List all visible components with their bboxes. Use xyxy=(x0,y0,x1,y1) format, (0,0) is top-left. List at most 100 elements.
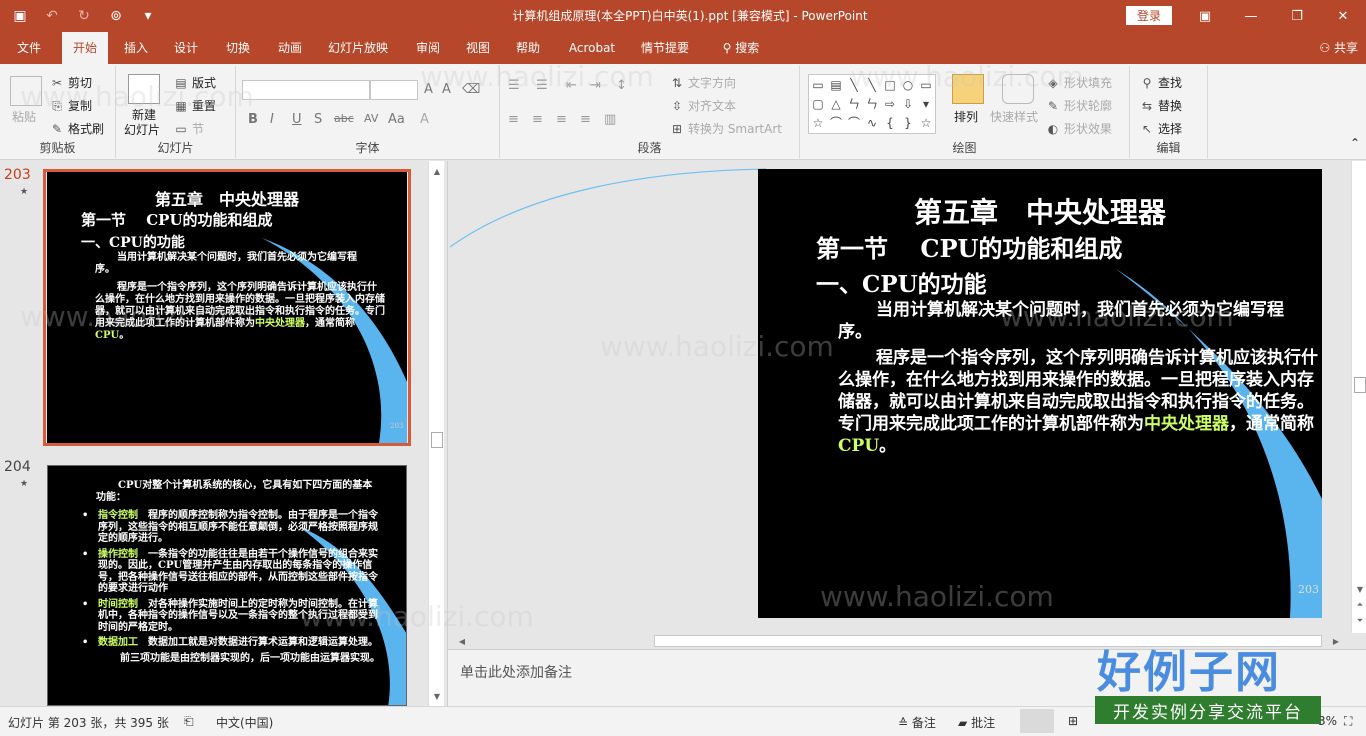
tab-slideshow[interactable]: 幻灯片放映 xyxy=(322,32,394,64)
underline-button[interactable]: U xyxy=(292,112,302,127)
next-slide-icon[interactable]: ⏷ xyxy=(1352,613,1366,629)
shape-effects-button[interactable]: ◐ 形状效果 xyxy=(1046,120,1112,137)
tab-animations[interactable]: 动画 xyxy=(268,32,312,64)
tab-design[interactable]: 设计 xyxy=(164,32,208,64)
spell-check-icon[interactable]: ⎗ xyxy=(184,714,194,729)
thumbnail-scrollbar[interactable]: ▲ ▼ xyxy=(428,161,444,706)
thumbnail-slide-203[interactable]: 第五章 中央处理器 第一节 CPU的功能和组成 一、CPU的功能 当用计算机解决… xyxy=(47,172,407,443)
section-button[interactable]: ▭ 节 xyxy=(174,120,204,137)
bullets-icon[interactable]: ☰ xyxy=(508,78,520,93)
thumbnail-slide-204[interactable]: CPU对整个计算机系统的核心，它具有如下四方面的基本功能： • 指令控制 程序的顺… xyxy=(47,465,407,706)
columns-icon[interactable]: ▥ xyxy=(604,112,616,127)
italic-button[interactable]: I xyxy=(270,112,274,127)
notes-toggle[interactable]: ≙ 备注 xyxy=(898,714,936,731)
quick-access-toolbar: ▣ ↶ ↻ ⊚ ▾ xyxy=(6,0,162,32)
new-slide-dropdown[interactable]: 幻灯片 xyxy=(124,121,160,138)
font-color-icon[interactable]: A xyxy=(420,112,429,127)
shadow-button[interactable]: S xyxy=(314,112,322,127)
redo-icon[interactable]: ↻ xyxy=(70,2,98,30)
scroll-up-icon[interactable]: ▲ xyxy=(429,163,445,179)
normal-view-button[interactable] xyxy=(1020,709,1054,733)
align-center-icon[interactable]: ≡ xyxy=(532,112,543,127)
customize-qat-icon[interactable]: ▾ xyxy=(134,2,162,30)
restore-icon[interactable]: ❐ xyxy=(1274,0,1320,32)
replace-button[interactable]: ⇆ 替换 xyxy=(1140,97,1182,114)
brush-icon: ✎ xyxy=(51,121,63,136)
share-button[interactable]: ⚇ 共享 xyxy=(1319,32,1358,64)
increase-font-icon[interactable]: A xyxy=(424,82,433,97)
tab-acrobat[interactable]: Acrobat xyxy=(562,32,622,64)
tab-view[interactable]: 视图 xyxy=(456,32,500,64)
shape-fill-button[interactable]: ◈ 形状填充 xyxy=(1046,74,1112,91)
scrollbar-thumb[interactable] xyxy=(431,432,443,448)
scroll-right-icon[interactable]: ▶ xyxy=(1328,633,1344,649)
collapse-ribbon-icon[interactable]: ⌃ xyxy=(1350,136,1360,150)
decrease-font-icon[interactable]: A xyxy=(442,82,451,97)
language-indicator[interactable]: 中文(中国) xyxy=(216,714,273,731)
scroll-down-icon[interactable]: ▼ xyxy=(429,688,445,704)
tab-review[interactable]: 审阅 xyxy=(406,32,450,64)
line-spacing-icon[interactable]: ↕ xyxy=(616,78,627,93)
tab-transitions[interactable]: 切换 xyxy=(216,32,260,64)
clipboard-group-label: 剪贴板 xyxy=(39,141,76,155)
increase-indent-icon[interactable]: ⇥ xyxy=(590,78,601,93)
undo-icon[interactable]: ↶ xyxy=(38,2,66,30)
close-icon[interactable]: ✕ xyxy=(1320,0,1366,32)
strikethrough-button[interactable]: abc xyxy=(334,112,354,125)
character-spacing-button[interactable]: AV xyxy=(364,112,378,125)
find-button[interactable]: ⚲ 查找 xyxy=(1140,74,1182,91)
numbering-icon[interactable]: ☰ xyxy=(536,78,548,93)
login-button[interactable]: 登录 xyxy=(1126,6,1172,25)
copy-button[interactable]: ⎘ 复制 xyxy=(50,97,92,114)
scroll-left-icon[interactable]: ◀ xyxy=(454,633,470,649)
tab-help[interactable]: 帮助 xyxy=(506,32,550,64)
layout-button[interactable]: ▤ 版式 xyxy=(174,74,216,91)
slide-sorter-icon[interactable]: ⊞ xyxy=(1068,714,1078,728)
align-right-icon[interactable]: ≡ xyxy=(556,112,567,127)
previous-slide-icon[interactable]: ⏶ xyxy=(1352,597,1366,613)
shapes-gallery[interactable]: ▭ ▤ ╲ ╲ □ ○ ▭ ▢ △ ㄣㄣ ⇨ ⇩ ▾ ☆ ⌒ ⌒ ∿{} ☆ xyxy=(808,74,936,134)
select-button[interactable]: ↖ 选择 xyxy=(1140,120,1182,137)
tab-file[interactable]: 文件 xyxy=(6,32,52,64)
align-text-button[interactable]: ⇳ 对齐文本 xyxy=(670,97,736,114)
slide-editor: 第五章 中央处理器 第一节 CPU的功能和组成 一、CPU的功能 当用计算机解决… xyxy=(447,161,1366,706)
smartart-button[interactable]: ⊞ 转换为 SmartArt xyxy=(670,120,782,137)
shape-outline-button[interactable]: ✎ 形状轮廓 xyxy=(1046,97,1112,114)
minimize-icon[interactable]: — xyxy=(1228,0,1274,32)
ribbon: 粘贴 ✂ 剪切 ⎘ 复制 ✎ 格式刷 剪贴板 新建 幻灯片 ▤ 版式 ▦ 重置 ▭ 节 幻灯… xyxy=(0,64,1366,160)
tab-search-label: 搜索 xyxy=(735,41,760,55)
ribbon-display-options-icon[interactable]: ▣ xyxy=(1182,0,1228,32)
format-painter-button[interactable]: ✎ 格式刷 xyxy=(50,120,104,137)
scroll-down-icon[interactable]: ▼ xyxy=(1352,581,1366,597)
scrollbar-thumb[interactable] xyxy=(1354,377,1366,393)
paste-button[interactable]: 粘贴 xyxy=(12,108,36,125)
reset-button[interactable]: ▦ 重置 xyxy=(174,97,216,114)
fit-to-window-icon[interactable]: ⛶ xyxy=(1344,714,1352,729)
quick-styles-button[interactable]: 快速样式 xyxy=(990,108,1038,125)
drawing-group: ▭ ▤ ╲ ╲ □ ○ ▭ ▢ △ ㄣㄣ ⇨ ⇩ ▾ ☆ ⌒ ⌒ ∿{} ☆ 排列 快速样式 ◈ 形状填充 ✎ 形… xyxy=(800,66,1130,158)
clear-formatting-icon[interactable]: ⌫ xyxy=(462,82,480,97)
justify-icon[interactable]: ≡ xyxy=(580,112,591,127)
align-left-icon[interactable]: ≡ xyxy=(508,112,519,127)
selection-arc xyxy=(449,168,767,248)
text-direction-button[interactable]: ⇅ 文字方向 xyxy=(670,74,736,91)
font-family-combo[interactable] xyxy=(242,80,370,100)
tab-search[interactable]: ⚲ 搜索 xyxy=(714,32,768,64)
main-slide[interactable]: 第五章 中央处理器 第一节 CPU的功能和组成 一、CPU的功能 当用计算机解决… xyxy=(758,169,1322,618)
decrease-indent-icon[interactable]: ⇤ xyxy=(566,78,577,93)
slideshow-from-start-icon[interactable]: ⊚ xyxy=(102,2,130,30)
editor-scrollbar[interactable]: ▼ ⏶ ⏷ xyxy=(1351,161,1366,633)
font-group-label: 字体 xyxy=(355,141,380,155)
tab-insert[interactable]: 插入 xyxy=(114,32,158,64)
font-size-combo[interactable] xyxy=(370,80,418,100)
save-icon[interactable]: ▣ xyxy=(6,2,34,30)
change-case-button[interactable]: Aa xyxy=(388,112,405,127)
comments-toggle[interactable]: ▰ 批注 xyxy=(958,714,995,731)
thumb-bullet-list: • 指令控制 程序的顺序控制称为指令控制。由于程序是一个指令序列，这些指令的相互顺… xyxy=(82,510,382,664)
tab-home[interactable]: 开始 xyxy=(62,32,108,64)
tab-storyboarding[interactable]: 情节提要 xyxy=(634,32,696,64)
cut-button[interactable]: ✂ 剪切 xyxy=(50,74,92,91)
arrange-button[interactable]: 排列 xyxy=(954,108,978,125)
thumbnail-number: 204 xyxy=(4,459,31,475)
bold-button[interactable]: B xyxy=(248,112,258,127)
